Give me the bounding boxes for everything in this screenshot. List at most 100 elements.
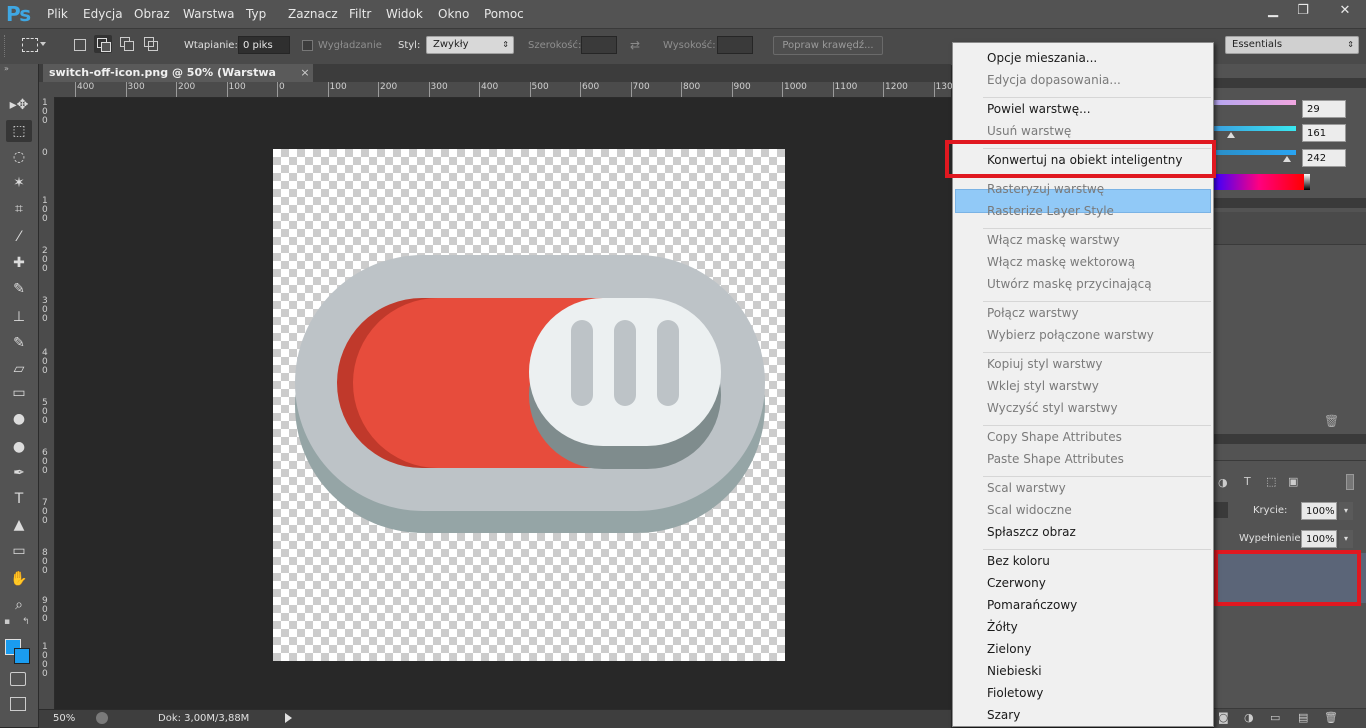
menu-item-scal-widoczne[interactable]: Scal widoczne xyxy=(987,503,1072,517)
pen-icon[interactable]: ✒ xyxy=(6,462,32,484)
eraser-icon[interactable]: ▱ xyxy=(6,358,32,380)
menu-item-powiel-warstwe[interactable]: Powiel warstwę... xyxy=(987,102,1091,116)
menu-plik[interactable]: Plik xyxy=(47,7,68,21)
brush-icon[interactable]: ✎ xyxy=(6,278,32,300)
swap-colors-icon[interactable]: ↰ xyxy=(22,617,30,627)
menu-item-czerwony[interactable]: Czerwony xyxy=(987,576,1046,590)
restore-button[interactable]: ❐ xyxy=(1290,2,1316,20)
refine-edge-button[interactable]: Popraw krawędź... xyxy=(773,36,883,55)
crop-icon[interactable]: ⌗ xyxy=(6,198,32,220)
menu-item-zielony[interactable]: Zielony xyxy=(987,642,1031,656)
menu-item-po-a-cz-warstwy[interactable]: Połącz warstwy xyxy=(987,306,1079,320)
trash-icon[interactable]: 🗑 xyxy=(1324,414,1339,428)
adjustment-filter-icon[interactable]: ◑ xyxy=(1218,476,1228,489)
swap-icon[interactable]: ⇄ xyxy=(630,38,640,52)
feather-input[interactable]: 0 piks xyxy=(238,36,290,54)
close-tab-icon[interactable]: × xyxy=(298,64,312,82)
menu-item-pomaran-czowy[interactable]: Pomarańczowy xyxy=(987,598,1077,612)
menu-pomoc[interactable]: Pomoc xyxy=(484,7,524,21)
dodge-icon[interactable]: ● xyxy=(6,436,32,458)
gradient-icon[interactable]: ▭ xyxy=(6,382,32,404)
smart-filter-icon[interactable]: ▣ xyxy=(1288,475,1298,488)
bw-ramp[interactable] xyxy=(1304,174,1310,190)
color-spectrum[interactable] xyxy=(1214,174,1304,190)
menu-filtr[interactable]: Filtr xyxy=(349,7,371,21)
menu-item-kopiuj-styl-warstwy[interactable]: Kopiuj styl warstwy xyxy=(987,357,1103,371)
red-value[interactable]: 29 xyxy=(1302,100,1346,118)
chevron-down-icon[interactable]: ▾ xyxy=(1339,502,1353,520)
document-tab[interactable]: switch-off-icon.png @ 50% (Warstwa 0,RGB… xyxy=(43,64,313,97)
horizontal-ruler[interactable]: 400 300 200 100 0 100 200 300 400 500 600 700 800 900… xyxy=(39,82,958,98)
menu-item-niebieski[interactable]: Niebieski xyxy=(987,664,1042,678)
path-select-icon[interactable]: ▲ xyxy=(6,514,32,536)
width-input[interactable] xyxy=(581,36,617,54)
menu-item-w-a-cz-maske-warstwy[interactable]: Włącz maskę warstwy xyxy=(987,233,1120,247)
menu-item-w-a-cz-maske-wektorowa[interactable]: Włącz maskę wektorową xyxy=(987,255,1135,269)
blend-mode-select[interactable] xyxy=(1214,502,1228,518)
menu-okno[interactable]: Okno xyxy=(438,7,469,21)
eyedropper-icon[interactable]: ⁄ xyxy=(6,226,32,248)
menu-item-edycja-dopasowania[interactable]: Edycja dopasowania... xyxy=(987,73,1121,87)
style-select[interactable]: Zwykły ⇕ xyxy=(426,36,514,54)
workspace-select[interactable]: Essentials ⇕ xyxy=(1225,36,1359,54)
new-layer-icon[interactable]: ▤ xyxy=(1298,711,1308,724)
subtract-selection-icon[interactable] xyxy=(120,37,134,51)
background-color-swatch[interactable] xyxy=(14,648,30,664)
marquee-icon[interactable]: ⬚ xyxy=(6,120,32,142)
menu-item-fioletowy[interactable]: Fioletowy xyxy=(987,686,1043,700)
menu-item-wybierz-po-a-czone-warstwy[interactable]: Wybierz połączone warstwy xyxy=(987,328,1154,342)
menu-item-scal-warstwy[interactable]: Scal warstwy xyxy=(987,481,1066,495)
menu-edycja[interactable]: Edycja xyxy=(83,7,123,21)
chevron-down-icon[interactable]: ▾ xyxy=(1339,530,1353,548)
healing-icon[interactable]: ✚ xyxy=(6,252,32,274)
height-input[interactable] xyxy=(717,36,753,54)
stamp-icon[interactable]: ⊥ xyxy=(6,306,32,328)
green-slider[interactable] xyxy=(1214,126,1296,131)
shape-icon[interactable]: ▭ xyxy=(6,540,32,562)
menu-widok[interactable]: Widok xyxy=(386,7,423,21)
menu-item-bez-koloru[interactable]: Bez koloru xyxy=(987,554,1050,568)
slider-handle-icon[interactable] xyxy=(1227,132,1235,138)
status-menu-arrow-icon[interactable] xyxy=(285,713,292,723)
blue-slider[interactable] xyxy=(1214,150,1296,155)
share-icon[interactable] xyxy=(96,712,108,724)
close-window-button[interactable]: ✕ xyxy=(1330,2,1360,20)
menu-item-wklej-styl-warstwy[interactable]: Wklej styl warstwy xyxy=(987,379,1099,393)
vertical-ruler[interactable]: 1 0 0 0 1 0 0 2 0 0 3 0 0 4 0 0 5 0 0 6 0 0 7 0 … xyxy=(39,97,55,709)
collapse-icon[interactable]: » xyxy=(4,64,34,73)
menu-item-utwo-rz-maske-przycinaja-ca[interactable]: Utwórz maskę przycinającą xyxy=(987,277,1152,291)
menu-item-paste-shape-attributes[interactable]: Paste Shape Attributes xyxy=(987,452,1124,466)
marquee-preset-icon[interactable] xyxy=(22,38,38,52)
zoom-level[interactable]: 50% xyxy=(53,713,75,724)
antialias-checkbox[interactable] xyxy=(302,40,313,51)
menu-typ[interactable]: Typ xyxy=(246,7,266,21)
filter-toggle[interactable] xyxy=(1346,474,1354,490)
type-icon[interactable]: T xyxy=(6,488,32,510)
red-slider[interactable] xyxy=(1214,100,1296,105)
menu-zaznacz[interactable]: Zaznacz xyxy=(288,7,338,21)
menu-item-copy-shape-attributes[interactable]: Copy Shape Attributes xyxy=(987,430,1122,444)
add-mask-icon[interactable]: ◙ xyxy=(1218,711,1229,724)
type-filter-icon[interactable]: T xyxy=(1244,475,1251,488)
menu-warstwa[interactable]: Warstwa xyxy=(183,7,235,21)
slider-handle-icon[interactable] xyxy=(1283,156,1291,162)
adjustment-layer-icon[interactable]: ◑ xyxy=(1244,711,1254,724)
quick-mask-icon[interactable] xyxy=(10,672,26,686)
menu-item-szary[interactable]: Szary xyxy=(987,708,1020,722)
menu-item-sp-aszcz-obraz[interactable]: Spłaszcz obraz xyxy=(987,525,1076,539)
move-icon[interactable]: ▸✥ xyxy=(6,94,32,116)
grip-handle[interactable] xyxy=(4,35,9,57)
screen-mode-icon[interactable] xyxy=(10,697,26,711)
add-selection-button[interactable] xyxy=(94,35,112,53)
menu-item-usun-warstwe[interactable]: Usuń warstwę xyxy=(987,124,1071,138)
magic-wand-icon[interactable]: ✶ xyxy=(6,172,32,194)
opacity-input[interactable]: 100% xyxy=(1301,502,1337,520)
default-colors-icon[interactable]: ▪ xyxy=(4,617,10,627)
hand-icon[interactable]: ✋ xyxy=(6,568,32,590)
history-brush-icon[interactable]: ✎ xyxy=(6,332,32,354)
group-folder-icon[interactable]: ▭ xyxy=(1270,711,1280,724)
chevron-down-icon[interactable] xyxy=(40,42,46,46)
blur-icon[interactable]: ● xyxy=(6,408,32,430)
intersect-selection-icon[interactable] xyxy=(144,37,158,51)
zoom-icon[interactable]: ⌕ xyxy=(6,594,32,616)
